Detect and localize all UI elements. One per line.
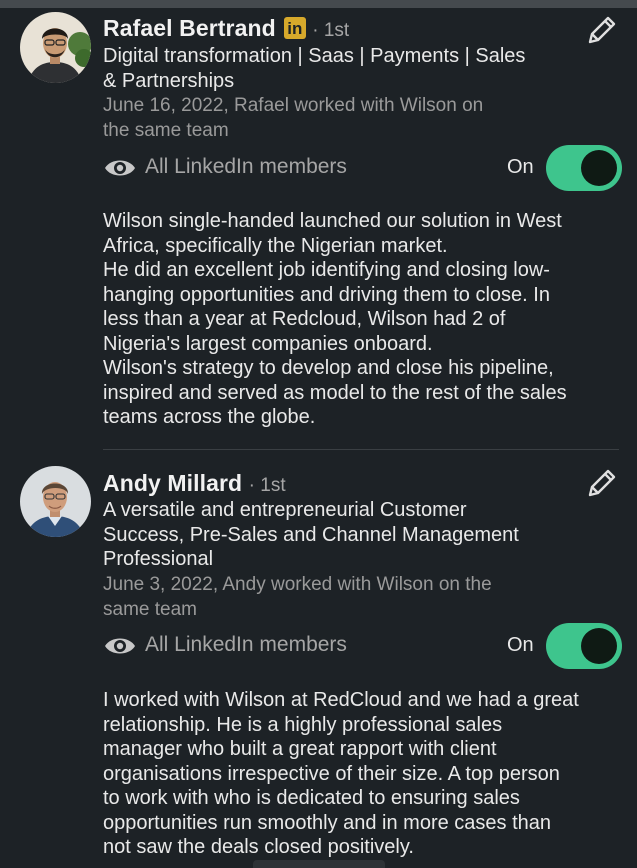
connection-degree: · 1st (312, 20, 350, 41)
pencil-icon[interactable] (584, 467, 618, 501)
toggle-state-label: On (507, 634, 534, 656)
top-edge-bar (0, 0, 637, 8)
date-line: June 3, 2022, Andy worked with Wilson on… (103, 574, 492, 595)
member-headline: Digital transformation | Saas | Payments… (103, 44, 573, 93)
headline-line: Digital transformation | Saas | Payments… (103, 45, 526, 67)
member-name[interactable]: Rafael Bertrand (103, 15, 276, 41)
recommendation-text: I worked with Wilson at RedCloud and we … (103, 688, 613, 860)
connection-degree: · 1st (248, 475, 286, 496)
avatar[interactable] (20, 12, 91, 83)
headline-line: Professional (103, 548, 214, 570)
avatar-photo (20, 12, 91, 83)
linkedin-icon: in (283, 17, 306, 39)
text-line: He did an excellent job identifying and … (103, 259, 550, 281)
member-name[interactable]: Andy Millard (103, 470, 242, 496)
headline-line: Success, Pre-Sales and Channel Managemen… (103, 523, 519, 546)
recommendation-text: Wilson single-handed launched our soluti… (103, 209, 613, 430)
visibility-label: All LinkedIn members (145, 633, 347, 656)
visibility-toggle[interactable] (546, 145, 622, 191)
date-line: same team (103, 598, 197, 620)
pencil-icon[interactable] (584, 14, 618, 48)
visibility-row: All LinkedIn members On (103, 623, 623, 669)
headline-line: & Partnerships (103, 69, 235, 92)
date-line: the same team (103, 119, 229, 141)
name-row: Andy Millard · 1st (103, 470, 286, 500)
name-row: Rafael Bertrand in · 1st (103, 15, 349, 45)
toggle-knob (581, 628, 617, 664)
text-line: Africa, specifically the Nigerian market… (103, 234, 448, 257)
headline-line: A versatile and entrepreneurial Customer (103, 499, 467, 521)
visibility-toggle[interactable] (546, 623, 622, 669)
divider (103, 449, 619, 450)
toggle-state-label: On (507, 156, 534, 178)
text-line: Nigeria's largest companies onboard. (103, 332, 433, 355)
avatar-photo (20, 466, 91, 537)
text-line: hanging opportunities and driving them t… (103, 283, 550, 306)
text-line: manager who built a great rapport with c… (103, 738, 497, 760)
text-line: Wilson single-handed launched our soluti… (103, 210, 562, 232)
text-line: I worked with Wilson at RedCloud and we … (103, 689, 579, 711)
date-line: June 16, 2022, Rafael worked with Wilson… (103, 95, 484, 116)
recommendation-date: June 16, 2022, Rafael worked with Wilson… (103, 94, 563, 143)
home-indicator (253, 860, 385, 868)
text-line: organisations irrespective of their size… (103, 762, 560, 785)
visibility-row: All LinkedIn members On (103, 145, 623, 191)
eye-icon (105, 160, 135, 176)
toggle-knob (581, 150, 617, 186)
visibility-label: All LinkedIn members (145, 155, 347, 178)
text-line: inspired and served as model to the rest… (103, 381, 567, 404)
eye-icon (105, 638, 135, 654)
text-line: Wilson's strategy to develop and close h… (103, 357, 554, 379)
avatar[interactable] (20, 466, 91, 537)
text-line: relationship. He is a highly professiona… (103, 713, 503, 736)
text-line: opportunities run smoothly and in more c… (103, 811, 552, 834)
text-line: less than a year at Redcloud, Wilson had… (103, 308, 506, 330)
recommendation-date: June 3, 2022, Andy worked with Wilson on… (103, 573, 563, 622)
text-line: teams across the globe. (103, 406, 316, 428)
text-line: not saw the deals closed positively. (103, 836, 414, 858)
member-headline: A versatile and entrepreneurial Customer… (103, 498, 573, 572)
text-line: to work with who is dedicated to ensurin… (103, 787, 520, 809)
